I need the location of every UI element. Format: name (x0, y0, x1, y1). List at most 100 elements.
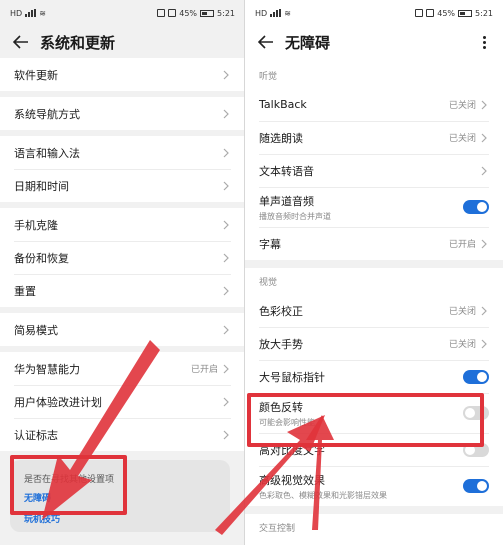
item-label: 重置 (14, 284, 36, 298)
nfc-icon (157, 9, 166, 17)
chevron-right-icon (479, 133, 489, 143)
item-value: 已开启 (448, 240, 476, 250)
item-label: 文本转语音 (259, 164, 314, 178)
vibrate-icon (168, 9, 177, 17)
battery-icon (458, 9, 473, 17)
settings-group-1: 软件更新 (0, 58, 245, 91)
settings-group-5: 简易模式 (0, 313, 245, 346)
app-bar: 系统和更新 (0, 26, 245, 58)
chevron-right-icon (221, 364, 231, 374)
page-title: 系统和更新 (40, 33, 116, 52)
item-value: 已关闭 (448, 134, 476, 144)
clock: 5:21 (217, 8, 235, 18)
chevron-right-icon (479, 100, 489, 110)
chevron-right-icon (479, 166, 489, 176)
captions-item[interactable]: 字幕 已开启 (245, 227, 503, 260)
vibrate-icon (426, 9, 435, 17)
item-label: 华为智慧能力 (14, 362, 80, 376)
item-value: 已关闭 (448, 101, 476, 111)
battery-percent: 45% (179, 8, 198, 18)
battery-icon (200, 9, 215, 17)
signal-icon (25, 9, 37, 17)
chevron-right-icon (221, 430, 231, 440)
chevron-right-icon (221, 220, 231, 230)
status-bar: HD ≋ 45% 5:21 (245, 0, 503, 26)
item-label: 系统导航方式 (14, 107, 80, 121)
item-label: 字幕 (259, 237, 281, 251)
settings-group-4: 手机克隆 备份和恢复 重置 (0, 208, 245, 307)
settings-group-6: 华为智慧能力 已开启 用户体验改进计划 认证标志 (0, 352, 245, 451)
tts-item[interactable]: 文本转语音 (245, 154, 503, 187)
chevron-right-icon (479, 239, 489, 249)
item-label: 色彩校正 (259, 304, 303, 318)
color-correction-item[interactable]: 色彩校正 已关闭 (245, 294, 503, 327)
accessibility-screen: HD ≋ 45% 5:21 无障碍 听觉 TalkBack 已关闭 随选朗读 已… (245, 0, 503, 545)
item-label: 高级视觉效果 (259, 473, 325, 487)
item-label: 日期和时间 (14, 179, 69, 193)
item-subtitle: 播放音频时合并声道 (259, 211, 331, 221)
talkback-item[interactable]: TalkBack 已关闭 (245, 88, 503, 121)
large-pointer-toggle[interactable] (463, 369, 489, 384)
mono-audio-item: 单声道音频 播放音频时合并声道 (245, 187, 503, 227)
item-label: TalkBack (259, 98, 307, 111)
battery-percent: 45% (437, 8, 456, 18)
item-value: 已关闭 (448, 307, 476, 317)
settings-item[interactable]: 重置 (0, 274, 245, 307)
highlight-box-left (10, 455, 127, 515)
item-subtitle: 色彩取色、模糊效果和光影错层效果 (259, 490, 387, 500)
settings-item[interactable]: 简易模式 (0, 313, 245, 346)
more-options-icon[interactable] (477, 35, 491, 49)
section-hearing: 听觉 (245, 62, 503, 88)
select-to-speak-item[interactable]: 随选朗读 已关闭 (245, 121, 503, 154)
chevron-right-icon (479, 339, 489, 349)
clock: 5:21 (475, 8, 493, 18)
section-vision: 视觉 (245, 268, 503, 294)
wifi-icon: ≋ (39, 8, 46, 18)
item-label: 手机克隆 (14, 218, 58, 232)
carrier-label: HD (255, 8, 268, 18)
back-arrow-icon[interactable] (257, 33, 275, 51)
settings-item[interactable]: 备份和恢复 (0, 241, 245, 274)
large-pointer-item: 大号鼠标指针 (245, 360, 503, 393)
carrier-label: HD (10, 8, 23, 18)
item-value: 已关闭 (448, 340, 476, 350)
wifi-icon: ≋ (284, 8, 291, 18)
item-label: 随选朗读 (259, 131, 303, 145)
chevron-right-icon (221, 286, 231, 296)
nfc-icon (415, 9, 424, 17)
chevron-right-icon (221, 70, 231, 80)
item-label: 备份和恢复 (14, 251, 69, 265)
section-interaction: 交互控制 (245, 514, 503, 540)
status-bar: HD ≋ 45% 5:21 (0, 0, 245, 26)
settings-item[interactable]: 语言和输入法 (0, 136, 245, 169)
back-arrow-icon[interactable] (12, 33, 30, 51)
chevron-right-icon (221, 109, 231, 119)
settings-group-3: 语言和输入法 日期和时间 (0, 136, 245, 202)
settings-item[interactable]: 软件更新 (0, 58, 245, 91)
advanced-visual-item: 高级视觉效果 色彩取色、模糊效果和光影错层效果 (245, 466, 503, 506)
signal-icon (270, 9, 282, 17)
chevron-right-icon (479, 306, 489, 316)
item-label: 放大手势 (259, 337, 303, 351)
page-title: 无障碍 (285, 33, 331, 52)
item-label: 单声道音频 (259, 194, 314, 208)
settings-item[interactable]: 华为智慧能力 已开启 (0, 352, 245, 385)
settings-item[interactable]: 系统导航方式 (0, 97, 245, 130)
item-label: 认证标志 (14, 428, 58, 442)
settings-item[interactable]: 日期和时间 (0, 169, 245, 202)
item-value: 已开启 (190, 365, 218, 375)
item-label: 大号鼠标指针 (259, 370, 325, 384)
settings-item[interactable]: 手机克隆 (0, 208, 245, 241)
chevron-right-icon (221, 253, 231, 263)
settings-group-2: 系统导航方式 (0, 97, 245, 130)
settings-item[interactable]: 用户体验改进计划 (0, 385, 245, 418)
chevron-right-icon (221, 325, 231, 335)
chevron-right-icon (221, 181, 231, 191)
item-label: 用户体验改进计划 (14, 395, 102, 409)
item-label: 语言和输入法 (14, 146, 80, 160)
settings-item[interactable]: 认证标志 (0, 418, 245, 451)
item-label: 软件更新 (14, 68, 58, 82)
mono-audio-toggle[interactable] (463, 200, 489, 214)
magnification-item[interactable]: 放大手势 已关闭 (245, 327, 503, 360)
advanced-visual-toggle[interactable] (463, 479, 489, 493)
